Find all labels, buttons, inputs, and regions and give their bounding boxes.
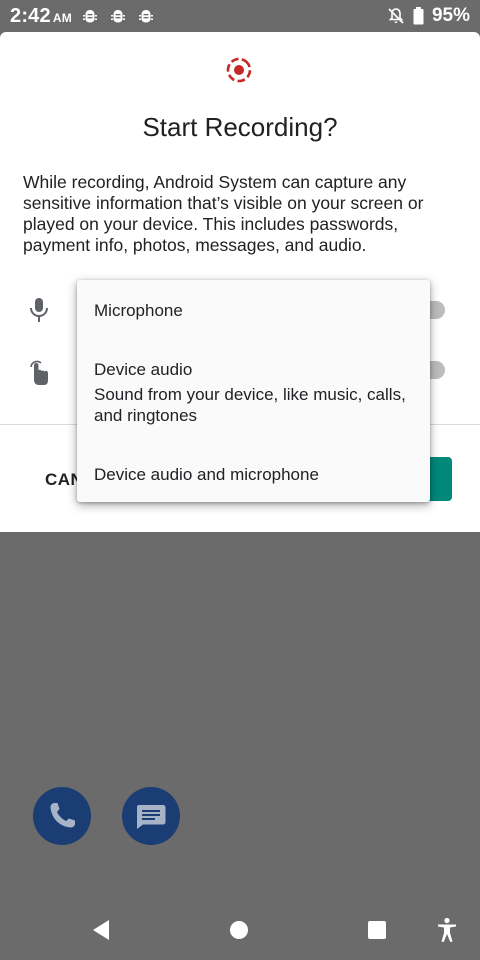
battery-icon	[413, 7, 424, 25]
touch-icon	[30, 360, 48, 385]
notifications-off-icon	[388, 8, 404, 24]
status-time-value: 2:42	[10, 5, 51, 27]
android-debug-icon	[111, 10, 125, 23]
option-label: Microphone	[94, 301, 183, 320]
microphone-icon	[30, 298, 48, 322]
status-time: 2:42 AM	[10, 5, 72, 28]
option-label: Device audio and microphone	[94, 465, 319, 484]
messages-app-icon[interactable]	[122, 787, 180, 845]
dialog-title: Start Recording?	[142, 112, 338, 142]
audio-source-dropdown: Microphone Device audio Sound from your …	[77, 280, 430, 502]
option-microphone[interactable]: Microphone	[94, 300, 414, 322]
android-debug-icon	[83, 10, 97, 23]
back-icon[interactable]	[90, 918, 112, 942]
option-label: Device audio	[94, 360, 193, 379]
option-description: Sound from your device, like music, call…	[94, 385, 406, 425]
messages-icon	[137, 805, 166, 829]
home-icon[interactable]	[229, 920, 249, 940]
status-bar: 2:42 AM 95%	[0, 0, 480, 32]
recents-icon[interactable]	[367, 920, 387, 940]
battery-percent: 95%	[431, 5, 470, 26]
dialog-body: While recording, Android System can capt…	[23, 172, 424, 255]
accessibility-icon[interactable]	[436, 917, 458, 943]
option-device-audio[interactable]: Device audio Sound from your device, lik…	[94, 359, 414, 426]
status-ampm: AM	[52, 11, 72, 25]
status-right: 95%	[387, 5, 470, 27]
android-debug-icon	[139, 10, 153, 23]
screen-record-icon	[226, 57, 252, 83]
phone-icon	[50, 803, 75, 828]
phone-app-icon[interactable]	[33, 787, 91, 845]
option-device-audio-and-microphone[interactable]: Device audio and microphone	[94, 464, 414, 486]
